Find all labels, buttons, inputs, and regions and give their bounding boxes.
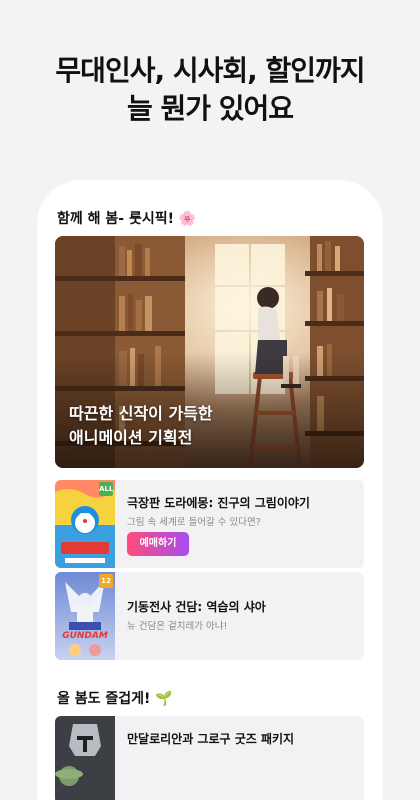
headline-line-1: 무대인사, 시사회, 할인까지 [55, 54, 365, 87]
section-title-spring-pick: 함께 해 봄- 룻시픽! 🌸 [57, 211, 197, 227]
reserve-button[interactable]: 예매하기 [127, 532, 189, 556]
goods-thumbnail [55, 716, 115, 800]
movie-title: 극장판 도라에몽: 진구의 그림이야기 [127, 496, 310, 510]
goods-title: 만달로리안과 그로구 굿즈 패키지 [127, 732, 295, 746]
movie-subtitle: 그림 속 세계로 들어갈 수 있다면? [127, 517, 261, 528]
movie-title: 기동전사 건담: 역습의 샤아 [127, 600, 266, 614]
section-title-spring-fun: 올 봄도 즐겁게! 🌱 [57, 691, 173, 707]
hero-caption-line-1: 따끈한 신작이 가득한 [69, 404, 213, 423]
rating-badge-12: 12 [99, 574, 113, 588]
poster-doraemon: ALL [55, 480, 115, 568]
movie-card-doraemon[interactable]: ALL 극장판 도라에몽: 진구의 그림이야기 그림 속 세계로 들어갈 수 있… [55, 480, 364, 568]
rating-badge-all: ALL [99, 482, 113, 496]
hero-caption-line-2: 애니메이션 기획전 [69, 428, 193, 447]
headline: 무대인사, 시사회, 할인까지 늘 뭔가 있어요 [0, 52, 420, 128]
movie-card-gundam[interactable]: GUNDAM 12 기동전사 건담: 역습의 샤아 뉴 건담은 겉치레가 아냐! [55, 572, 364, 660]
svg-text:GUNDAM: GUNDAM [62, 631, 108, 641]
goods-card-mandalorian[interactable]: 만달로리안과 그로구 굿즈 패키지 [55, 716, 364, 800]
phone-screen: 함께 해 봄- 룻시픽! 🌸 따끈한 신작이 가득한 애니메이션 기획전 ALL… [37, 180, 383, 800]
movie-subtitle: 뉴 건담은 겉치레가 아냐! [127, 621, 228, 632]
headline-line-2: 늘 뭔가 있어요 [126, 92, 294, 125]
poster-gundam: GUNDAM 12 [55, 572, 115, 660]
hero-caption: 따끈한 신작이 가득한 애니메이션 기획전 [69, 402, 213, 450]
hero-banner[interactable]: 따끈한 신작이 가득한 애니메이션 기획전 [55, 236, 364, 468]
